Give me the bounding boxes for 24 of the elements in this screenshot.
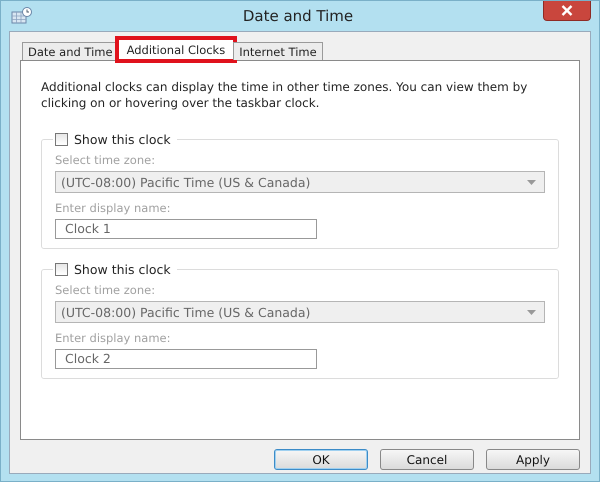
time-zone-dropdown[interactable]: (UTC-08:00) Pacific Time (US & Canada) [55, 171, 545, 193]
caret-icon [527, 180, 536, 184]
caret-icon [527, 310, 536, 314]
field-label: Enter display name: [55, 201, 172, 215]
dialog-button[interactable]: Apply [486, 449, 580, 470]
checkbox[interactable] [55, 262, 68, 276]
close-icon [561, 5, 573, 16]
close-button[interactable] [543, 1, 591, 21]
field-label: Select time zone: [55, 153, 156, 167]
description-text: Additional clocks can display the time in other time zones. You can view them by clicking on or hovering over the taskbar clock. [41, 79, 528, 111]
checkbox-label: Show this clock [74, 262, 171, 276]
checkbox[interactable] [55, 132, 68, 146]
input-field[interactable]: Clock 1 [55, 219, 317, 239]
time-zone-dropdown[interactable]: (UTC-08:00) Pacific Time (US & Canada) [55, 301, 545, 323]
checkbox-label: Show this clock [74, 132, 171, 146]
field-label: Select time zone: [55, 283, 156, 297]
input-field[interactable]: Clock 2 [55, 349, 317, 369]
window-title: Date and Time [242, 7, 354, 25]
tab[interactable]: Additional Clocks [118, 39, 234, 60]
calendar-clock-icon [11, 7, 33, 25]
dialog-button[interactable]: OK [274, 449, 368, 470]
dialog-button[interactable]: Cancel [380, 449, 474, 470]
field-label: Enter display name: [55, 331, 172, 345]
tab[interactable]: Internet Time [233, 42, 323, 60]
